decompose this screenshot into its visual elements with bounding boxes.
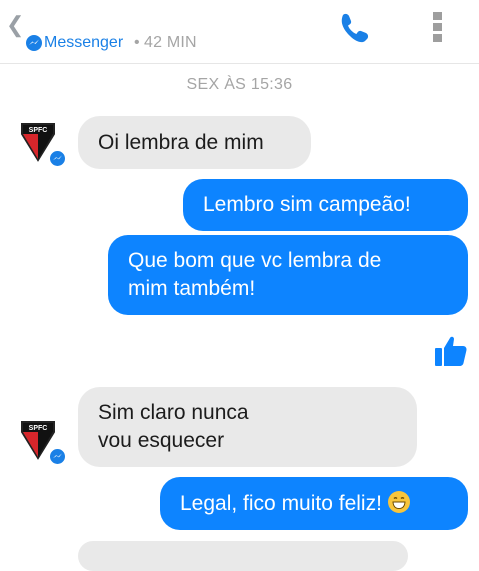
last-active-label: 42 MIN <box>144 34 197 51</box>
message-bubble-outgoing[interactable]: Legal, fico muito feliz! <box>160 477 468 530</box>
message-bubble-incoming-partial[interactable] <box>78 541 408 571</box>
contact-avatar[interactable]: SPFC <box>20 420 67 466</box>
message-text: Legal, fico muito feliz! <box>180 490 410 518</box>
contact-avatar[interactable]: SPFC <box>20 122 67 168</box>
message-text-line: vou esquecer <box>98 429 225 452</box>
message-bubble-outgoing[interactable]: Lembro sim campeão! <box>183 179 468 231</box>
back-chevron-icon[interactable]: ❮ <box>6 14 24 36</box>
message-text-line: mim também! <box>128 277 256 300</box>
svg-text:SPFC: SPFC <box>29 425 48 432</box>
app-name-label: Messenger <box>44 34 124 51</box>
messenger-badge-icon <box>48 447 67 466</box>
message-timestamp: SEX ÀS 15:36 <box>186 76 293 93</box>
message-text: Lembro sim campeão! <box>203 193 411 216</box>
phone-icon[interactable] <box>336 10 372 46</box>
message-text: Oi lembra de mim <box>98 130 264 154</box>
separator-dot: • <box>134 34 140 51</box>
more-options-icon[interactable] <box>432 12 444 46</box>
messenger-logo-icon <box>26 35 42 51</box>
message-text-line: Que bom que vc lembra de <box>128 249 382 272</box>
messenger-badge-icon <box>48 149 67 168</box>
message-bubble-incoming[interactable]: Oi lembra de mim <box>78 116 311 169</box>
svg-text:SPFC: SPFC <box>29 127 48 134</box>
conversation-header: ❮ Messenger • 42 MIN <box>0 0 479 64</box>
message-text-content: Legal, fico muito feliz! <box>180 491 382 515</box>
message-bubble-incoming[interactable]: Sim claro nunca vou esquecer <box>78 387 417 467</box>
grinning-face-icon <box>387 490 410 513</box>
message-bubble-outgoing[interactable]: Que bom que vc lembra de mim também! <box>108 235 468 315</box>
message-text-line: Sim claro nunca <box>98 401 249 424</box>
thumbs-up-icon[interactable] <box>434 334 468 368</box>
